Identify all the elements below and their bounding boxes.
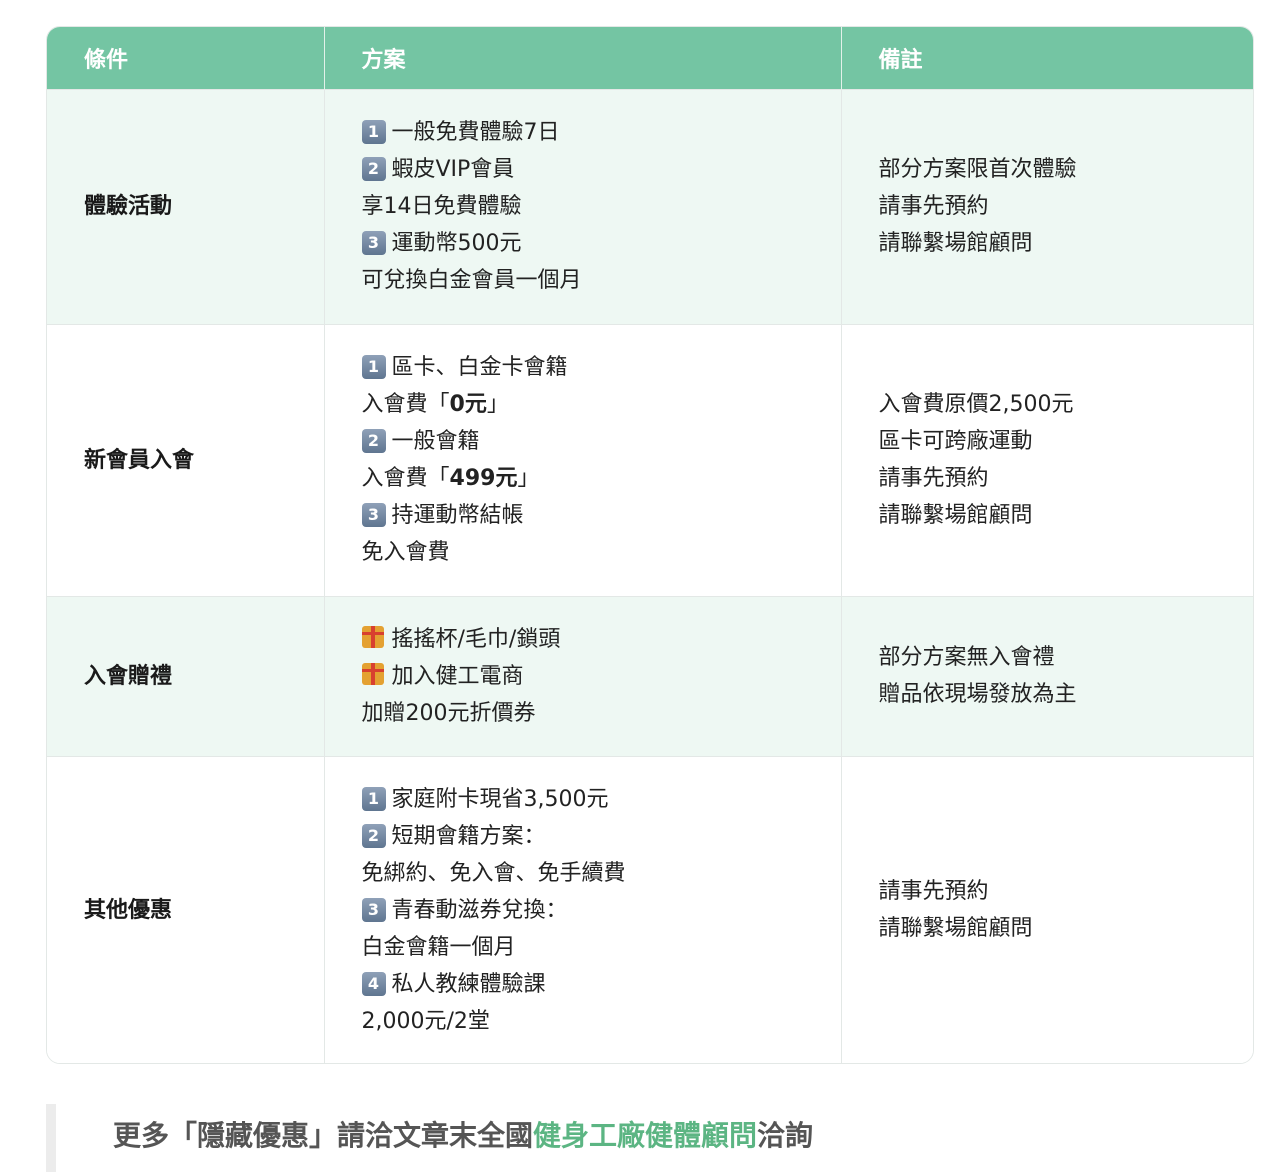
keycap-1-icon: 1: [361, 120, 386, 144]
plan-line: 2 蝦皮VIP會員: [361, 151, 831, 188]
footer-note: 更多「隱藏優惠」請洽文章末全國健身工廠健體顧問洽詢: [113, 1114, 813, 1154]
plan-text: 運動幣500元: [391, 231, 522, 256]
plan-line: 加贈200元折價券: [361, 700, 536, 726]
plan-line: 3 持運動幣結帳: [361, 497, 831, 534]
plan-line: 2 一般會籍: [361, 423, 831, 460]
plan-text: 加入健工電商: [391, 663, 524, 689]
keycap-2-icon: 2: [361, 157, 386, 181]
gift-icon: [361, 625, 384, 648]
notes-cell: 請事先預約 請聯繫場館顧問: [841, 755, 1253, 1063]
header-notes: 備註: [878, 47, 923, 73]
plan-line: 2,000元/2堂: [361, 1008, 490, 1034]
plan-text: 青春動滋券兌換：: [391, 897, 568, 923]
plan-text: 持運動幣結帳: [391, 503, 524, 528]
note-line: 贈品依現場發放為主: [878, 682, 1077, 707]
footer-text: 洽詢: [757, 1119, 814, 1152]
keycap-1-icon: 1: [361, 355, 386, 379]
table-row: 體驗活動 1 一般免費體驗7日 2 蝦皮VIP會員 享14日免費體驗 3 運動幣500…: [47, 88, 1253, 324]
condition-cell: 其他優惠: [47, 755, 325, 1063]
table-row: 其他優惠 1 家庭附卡現省3,500元 2 短期會籍方案： 免綁約、免入會、免手續費…: [47, 755, 1253, 1063]
note-line: 請事先預約: [878, 879, 989, 905]
plan-line: 入會費「499元」: [362, 460, 831, 497]
note-line: 請事先預約: [878, 194, 989, 219]
plan-line: 3 運動幣500元: [361, 225, 831, 262]
plan-text: 私人教練體驗課: [391, 971, 546, 997]
note-line: 入會費原價2,500元: [878, 392, 1074, 417]
condition-cell: 體驗活動: [47, 88, 325, 324]
table-row: 入會贈禮 搖搖杯/毛巾/鎖頭 加入健工電商 加贈200元折價券 部分方案無入會禮…: [47, 595, 1253, 756]
plan-line: 1 家庭附卡現省3,500元: [361, 781, 831, 818]
plan-text: 搖搖杯/毛巾/鎖頭: [391, 626, 561, 652]
keycap-1-icon: 1: [361, 786, 386, 811]
plan-cell: 1 家庭附卡現省3,500元 2 短期會籍方案： 免綁約、免入會、免手續費 3 青春動…: [324, 755, 842, 1063]
offers-table: 條件 方案 備註 體驗活動 1 一般免費體驗7日 2 蝦皮VIP會員 享14日免費體…: [46, 26, 1254, 1064]
plan-text: 」: [517, 466, 540, 491]
note-line: 請聯繫場館顧問: [878, 916, 1033, 942]
condition-cell: 新會員入會: [47, 323, 325, 596]
notes-cell: 部分方案無入會禮 贈品依現場發放為主: [841, 595, 1253, 756]
notes-cell: 部分方案限首次體驗 請事先預約 請聯繫場館顧問: [841, 88, 1253, 324]
plan-text: 一般會籍: [391, 429, 480, 454]
fee-amount: 499元: [449, 466, 518, 491]
header-plan: 方案: [324, 27, 842, 89]
gift-icon: [361, 662, 384, 685]
plan-line: 加入健工電商: [361, 658, 831, 695]
consultant-link[interactable]: 健身工廠健體顧問: [533, 1119, 757, 1152]
plan-text: 入會費「: [361, 392, 450, 417]
plan-line: 3 青春動滋券兌換：: [361, 892, 831, 929]
plan-line: 免入會費: [361, 540, 450, 565]
plan-text: 家庭附卡現省3,500元: [391, 786, 609, 812]
plan-line: 白金會籍一個月: [361, 934, 516, 960]
plan-line: 4 私人教練體驗課: [361, 966, 831, 1003]
plan-cell: 1 區卡、白金卡會籍 入會費「0元」 2 一般會籍 入會費「499元」 3 持運動幣結…: [324, 323, 842, 596]
plan-cell: 1 一般免費體驗7日 2 蝦皮VIP會員 享14日免費體驗 3 運動幣500元 可兌換…: [324, 88, 842, 324]
plan-text: 蝦皮VIP會員: [391, 157, 515, 182]
note-line: 區卡可跨廠運動: [878, 429, 1033, 454]
header-condition: 條件: [47, 27, 325, 89]
blockquote: 更多「隱藏優惠」請洽文章末全國健身工廠健體顧問洽詢: [46, 1104, 1254, 1172]
note-line: 請聯繫場館顧問: [878, 231, 1033, 256]
plan-text: 」: [486, 392, 509, 417]
plan-line: 可兌換白金會員一個月: [361, 268, 582, 293]
note-line: 請事先預約: [878, 466, 989, 491]
keycap-4-icon: 4: [361, 971, 386, 996]
table-header-row: 條件 方案 備註: [47, 27, 1253, 89]
plan-line: 入會費「0元」: [362, 386, 831, 423]
table-row: 新會員入會 1 區卡、白金卡會籍 入會費「0元」 2 一般會籍 入會費「499元」 …: [47, 323, 1253, 596]
footer-text: 更多「隱藏優惠」請洽文章末全國: [113, 1119, 534, 1152]
plan-line: 搖搖杯/毛巾/鎖頭: [361, 621, 831, 658]
plan-line: 1 區卡、白金卡會籍: [361, 349, 831, 386]
plan-line: 1 一般免費體驗7日: [361, 114, 831, 151]
condition-cell: 入會贈禮: [47, 595, 325, 756]
keycap-3-icon: 3: [361, 503, 386, 527]
plan-line: 享14日免費體驗: [361, 194, 522, 219]
plan-text: 區卡、白金卡會籍: [391, 355, 568, 380]
keycap-3-icon: 3: [361, 231, 386, 255]
plan-text: 一般免費體驗7日: [391, 120, 560, 145]
keycap-2-icon: 2: [361, 429, 386, 453]
keycap-3-icon: 3: [361, 897, 386, 922]
plan-text: 入會費「: [361, 466, 450, 491]
note-line: 部分方案限首次體驗: [878, 157, 1077, 182]
plan-line: 2 短期會籍方案：: [361, 818, 831, 855]
note-line: 部分方案無入會禮: [878, 645, 1055, 670]
keycap-2-icon: 2: [361, 823, 386, 848]
plan-cell: 搖搖杯/毛巾/鎖頭 加入健工電商 加贈200元折價券: [324, 595, 842, 756]
notes-cell: 入會費原價2,500元 區卡可跨廠運動 請事先預約 請聯繫場館顧問: [841, 323, 1253, 596]
plan-line: 免綁約、免入會、免手續費: [361, 860, 626, 886]
note-line: 請聯繫場館顧問: [878, 503, 1033, 528]
plan-text: 短期會籍方案：: [391, 823, 546, 849]
fee-amount: 0元: [449, 392, 487, 417]
